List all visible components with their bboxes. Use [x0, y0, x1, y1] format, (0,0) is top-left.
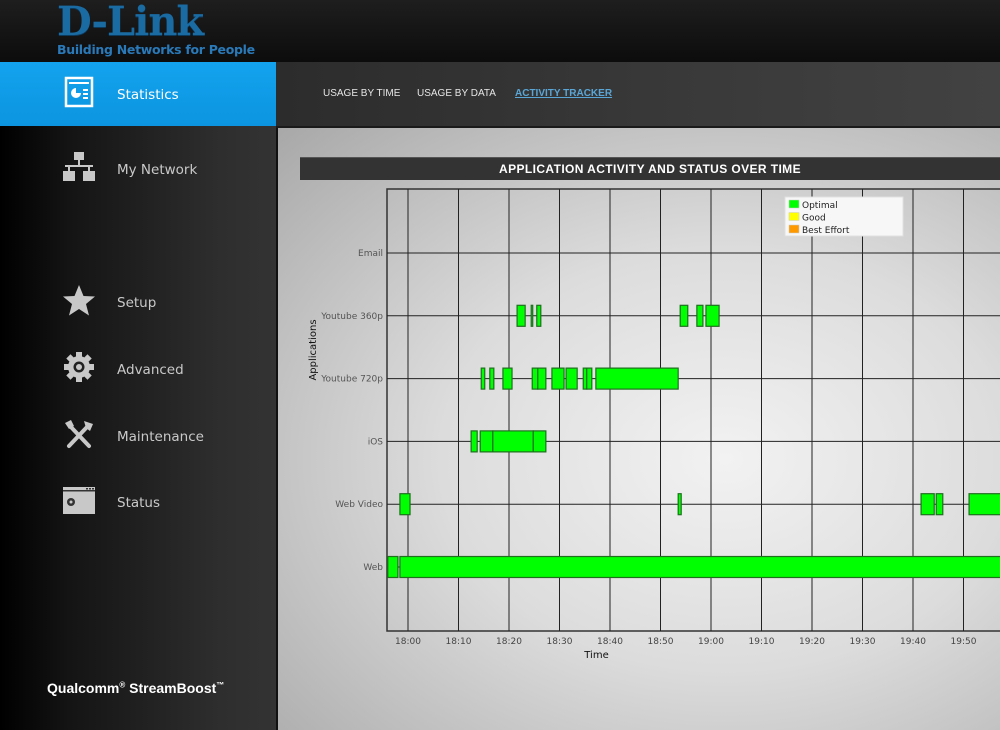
activity-bar: [968, 493, 1000, 516]
activity-bar: [489, 367, 495, 390]
activity-bar: [479, 430, 494, 453]
x-tick-label: 19:20: [799, 637, 825, 647]
activity-bar: [565, 367, 578, 390]
activity-bar: [502, 367, 513, 390]
x-tick-label: 18:20: [496, 637, 522, 647]
legend-swatch-best-effort: [788, 224, 800, 234]
activity-bar: [470, 430, 478, 453]
activity-bar: [696, 304, 704, 327]
x-axis-title: Time: [583, 650, 608, 661]
x-tick-label: 19:10: [749, 637, 775, 647]
x-tick-label: 19:50: [951, 637, 977, 647]
legend-label: Good: [802, 214, 826, 224]
y-category-label: Youtube 720p: [320, 375, 383, 385]
activity-chart: 18:00 18:10 18:20 18:30 18:40 18:50 19:00 19:10…: [308, 188, 1000, 661]
legend-swatch-good: [788, 212, 800, 221]
x-tick-label: 18:50: [648, 637, 674, 647]
activity-bar: [531, 367, 539, 390]
activity-bar: [536, 304, 542, 327]
activity-bar: [516, 304, 526, 327]
y-axis-title: Applications: [308, 319, 319, 380]
activity-bar: [530, 304, 534, 327]
activity-bar: [595, 367, 679, 390]
activity-bar: [677, 493, 682, 516]
activity-bar: [551, 367, 565, 390]
activity-bar: [705, 304, 720, 327]
y-category-label: iOS: [368, 437, 384, 447]
activity-bar: [920, 493, 935, 516]
activity-bar: [387, 555, 399, 579]
activity-bar: [532, 430, 547, 453]
x-tick-label: 19:40: [900, 637, 926, 647]
legend-swatch-optimal: [788, 199, 800, 209]
activity-bar: [480, 367, 486, 390]
x-tick-label: 19:30: [850, 637, 876, 647]
x-tick-label: 18:40: [597, 637, 623, 647]
y-category-label: Youtube 360p: [320, 312, 383, 322]
x-tick-label: 18:10: [446, 637, 472, 647]
x-tick-label: 19:00: [698, 637, 724, 647]
activity-bar: [399, 555, 1000, 579]
legend-label: Optimal: [802, 201, 838, 211]
y-category-label: Web: [363, 563, 383, 573]
activity-bar: [935, 493, 944, 516]
activity-bar: [586, 367, 593, 390]
chart-legend: Optimal Good Best Effort: [784, 196, 904, 237]
activity-bar: [399, 493, 411, 516]
y-category-label: Web Video: [335, 500, 383, 510]
x-tick-label: 18:30: [547, 637, 573, 647]
activity-bar: [679, 304, 689, 327]
activity-bar: [492, 430, 534, 453]
y-category-label: Email: [358, 249, 383, 259]
x-tick-label: 18:00: [395, 637, 421, 647]
legend-label: Best Effort: [802, 226, 850, 236]
activity-bar: [537, 367, 547, 390]
